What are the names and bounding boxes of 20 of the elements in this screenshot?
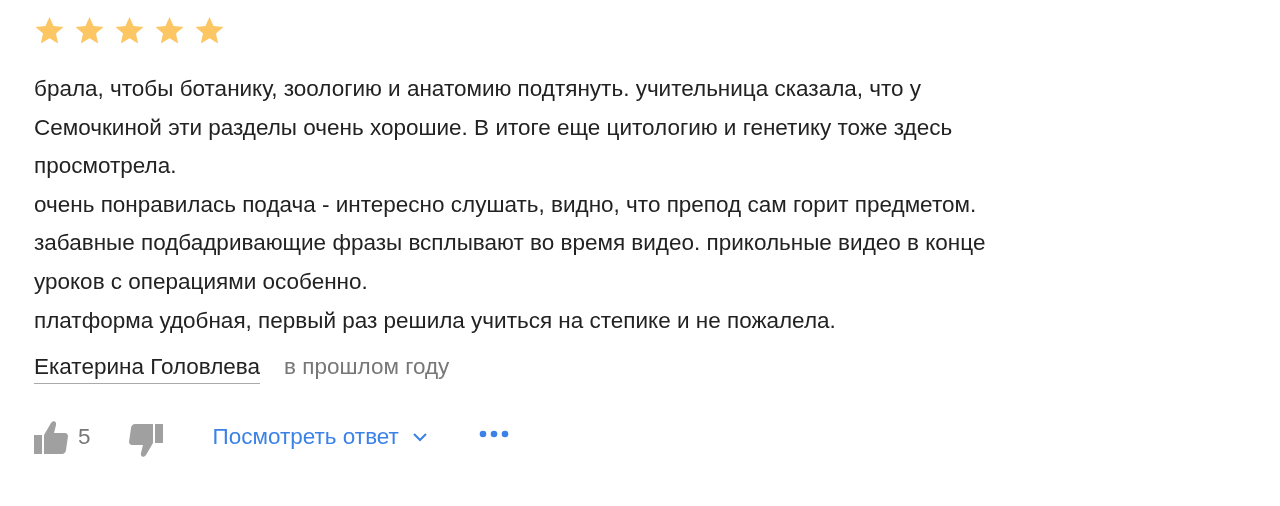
star-icon: [194, 15, 225, 46]
star-icon: [74, 15, 105, 46]
review-date: в прошлом году: [284, 354, 450, 381]
review-text-line: платформа удобная, первый раз решила учиться на степике и не пожалела.: [34, 306, 837, 335]
review-text-line: забавные подбадривающие фразы всплывают во время видео. прикольные видео в конце: [34, 229, 987, 258]
review-text-line: уроков с операциями особенно.: [34, 267, 369, 296]
view-reply-link[interactable]: Посмотреть ответ: [212, 424, 427, 451]
like-count: 5: [78, 424, 91, 451]
thumbs-down-icon[interactable]: [128, 424, 163, 459]
thumbs-up-icon[interactable]: [34, 420, 68, 455]
review-text-line: брала, чтобы ботанику, зоологию и анатомию подтянуть. учительница сказала, что у: [34, 75, 923, 103]
chevron-down-icon: [412, 432, 427, 443]
star-icon: [34, 15, 65, 46]
review-text-line: Семочкиной эти разделы очень хорошие. В итоге еще цитологию и генетику тоже здесь: [34, 113, 954, 142]
review-text-line: очень понравилась подача - интересно слушать, видно, что препод сам горит предметом.: [34, 190, 978, 219]
more-icon[interactable]: [478, 430, 509, 439]
star-icon: [154, 15, 185, 46]
review-text-line: просмотрела.: [34, 152, 178, 181]
star-icon: [114, 15, 145, 46]
author-link[interactable]: Екатерина Головлева: [34, 354, 261, 385]
